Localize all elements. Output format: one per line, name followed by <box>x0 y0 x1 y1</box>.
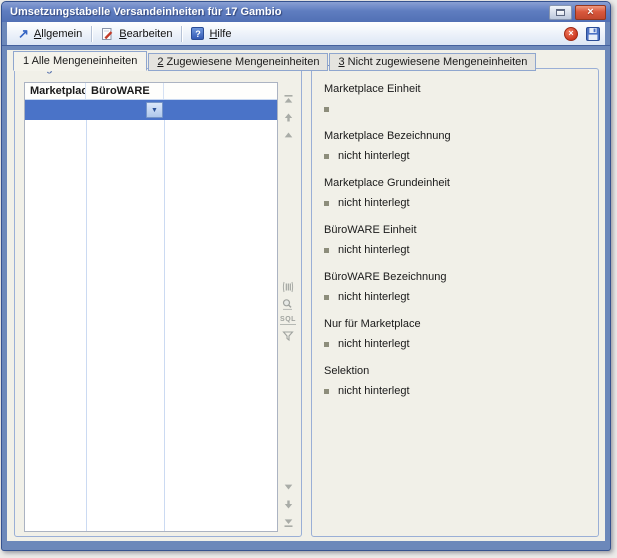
edit-document-icon <box>102 27 113 40</box>
info-field-label: Marketplace Grundeinheit <box>324 177 450 189</box>
toolbar-divider <box>2 45 610 46</box>
hilfe-button[interactable]: ? Hilfe <box>185 25 237 42</box>
filter-icon[interactable] <box>282 330 294 342</box>
chevron-down-icon: ▼ <box>151 106 158 114</box>
arrow-northeast-icon: ↗ <box>18 26 29 41</box>
info-field-nur-fuer-marketplace: Nur für Marketplace nicht hinterlegt <box>324 318 590 350</box>
column-chooser-icon[interactable] <box>282 281 294 293</box>
info-field-label: Marketplace Einheit <box>324 83 421 95</box>
bullet-icon <box>324 200 329 206</box>
info-field-marketplace-bezeichnung: Marketplace Bezeichnung nicht hinterlegt <box>324 130 590 162</box>
page-down-icon[interactable] <box>283 499 294 510</box>
info-field-buroware-einheit: BüroWARE Einheit nicht hinterlegt <box>324 224 590 256</box>
abort-icon[interactable]: × <box>564 26 578 41</box>
info-field-label: Marketplace Bezeichnung <box>324 130 451 142</box>
column-header-marketplace[interactable]: Marketplace <box>25 83 86 99</box>
sql-filter-icon[interactable]: SQL <box>280 316 296 325</box>
scroll-to-top-icon[interactable] <box>283 94 294 105</box>
table-row-selected[interactable]: ▼ <box>25 100 277 120</box>
allgemein-button[interactable]: ↗ Allgemein <box>12 25 88 42</box>
grid-column-divider <box>164 100 165 531</box>
step-up-icon[interactable] <box>283 130 294 141</box>
mengeneinheiten-grid[interactable]: Marketplace BüroWARE ▼ <box>24 82 278 532</box>
close-icon: × <box>587 5 594 18</box>
page-up-icon[interactable] <box>283 112 294 123</box>
tab-strip: 1 Alle Mengeneinheiten 2 Zugewiesene Men… <box>13 51 537 71</box>
info-field-buroware-bezeichnung: BüroWARE Bezeichnung nicht hinterlegt <box>324 271 590 303</box>
app-window: Umsetzungstabelle Versandeinheiten für 1… <box>1 1 611 551</box>
info-field-value: nicht hinterlegt <box>338 291 410 303</box>
hilfe-label: Hilfe <box>209 27 232 40</box>
grid-tools-group: SQL <box>280 281 296 342</box>
dropdown-button[interactable]: ▼ <box>146 102 163 118</box>
info-panel: Marketplace Einheit Marketplace Bezeichn… <box>324 83 590 412</box>
bearbeiten-button[interactable]: Bearbeiten <box>95 25 178 43</box>
content-panel: 1 Alle Mengeneinheiten 2 Zugewiesene Men… <box>7 50 605 541</box>
help-icon: ? <box>191 27 205 40</box>
bullet-icon <box>324 341 329 347</box>
grid-header: Marketplace BüroWARE <box>25 83 277 100</box>
save-icon[interactable] <box>586 26 600 41</box>
grid-nav-strip: SQL <box>277 82 299 530</box>
info-field-marketplace-einheit: Marketplace Einheit <box>324 83 590 115</box>
tab-alle-mengeneinheiten[interactable]: 1 Alle Mengeneinheiten <box>13 51 148 71</box>
bullet-icon <box>324 388 329 394</box>
step-down-icon[interactable] <box>283 481 294 492</box>
grid-column-divider <box>86 100 87 531</box>
toolbar-separator <box>181 25 183 42</box>
info-field-label: BüroWARE Einheit <box>324 224 417 236</box>
tab-nicht-zugewiesene-mengeneinheiten[interactable]: 3 Nicht zugewiesene Mengeneinheiten <box>329 53 537 71</box>
info-field-label: Selektion <box>324 365 370 377</box>
allgemein-label: Allgemein <box>33 27 83 40</box>
info-field-value: nicht hinterlegt <box>338 338 410 350</box>
maximize-button[interactable] <box>549 4 572 20</box>
bullet-icon <box>324 153 329 159</box>
info-field-value: nicht hinterlegt <box>338 385 410 397</box>
info-field-selektion: Selektion nicht hinterlegt <box>324 365 590 397</box>
column-header-empty[interactable] <box>164 83 277 99</box>
maximize-icon <box>556 8 565 16</box>
info-field-marketplace-grundeinheit: Marketplace Grundeinheit nicht hinterleg… <box>324 177 590 209</box>
column-header-buroware[interactable]: BüroWARE <box>86 83 164 99</box>
bearbeiten-label: Bearbeiten <box>119 27 173 40</box>
grid-nav-bottom-group <box>283 481 294 528</box>
info-field-label: BüroWARE Bezeichnung <box>324 271 447 283</box>
scroll-to-bottom-icon[interactable] <box>283 517 294 528</box>
info-field-label: Nur für Marketplace <box>324 318 421 330</box>
info-field-value: nicht hinterlegt <box>338 244 410 256</box>
search-icon[interactable] <box>281 298 294 311</box>
bullet-icon <box>324 106 329 112</box>
title-bar[interactable]: Umsetzungstabelle Versandeinheiten für 1… <box>2 2 610 22</box>
bullet-icon <box>324 294 329 300</box>
tab-zugewiesene-mengeneinheiten[interactable]: 2 Zugewiesene Mengeneinheiten <box>148 53 329 71</box>
info-field-value: nicht hinterlegt <box>338 150 410 162</box>
bullet-icon <box>324 247 329 253</box>
window-controls: × <box>549 4 606 20</box>
grid-nav-top-group <box>283 94 294 141</box>
info-field-value: nicht hinterlegt <box>338 197 410 209</box>
close-button[interactable]: × <box>575 4 606 20</box>
toolbar: ↗ Allgemein Bearbeiten ? Hilfe × <box>7 22 605 45</box>
toolbar-separator <box>91 25 93 42</box>
window-title: Umsetzungstabelle Versandeinheiten für 1… <box>10 6 282 18</box>
groupbox-informationen: Informationen Marketplace Einheit Market… <box>311 62 599 537</box>
groupbox-mengeneinheiten: Mengeneinheiten Marketplace BüroWARE ▼ <box>14 62 302 537</box>
